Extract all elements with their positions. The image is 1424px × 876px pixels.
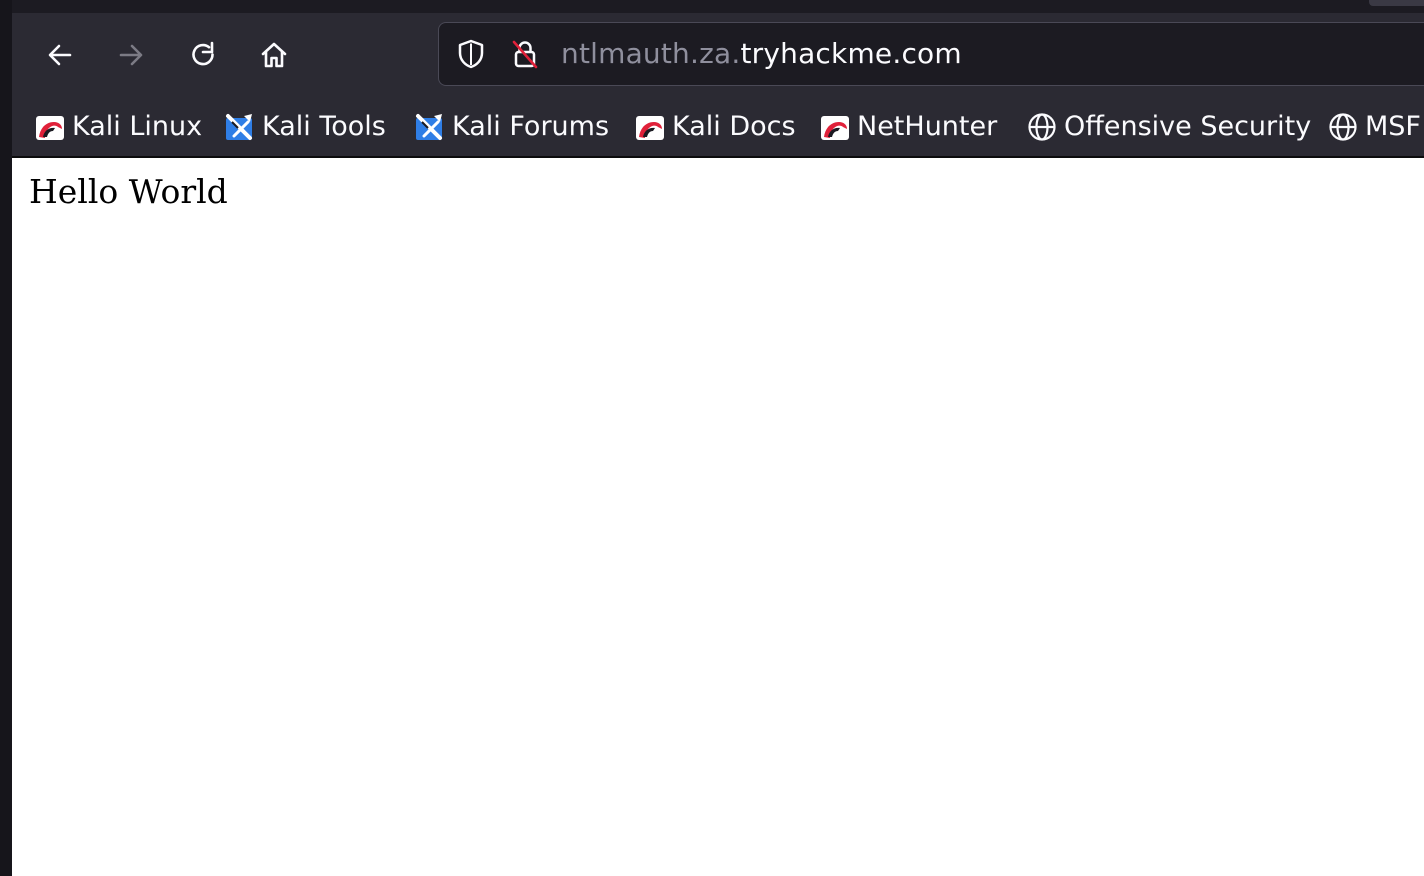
kali-forums-icon [416, 114, 442, 140]
bookmark-label: Kali Forums [452, 110, 610, 142]
window-edge [0, 0, 12, 876]
page-content: Hello World [12, 158, 1424, 876]
bookmark-label: Kali Linux [72, 110, 203, 142]
bookmark-kali-docs[interactable]: Kali Docs [634, 108, 796, 144]
forward-button[interactable] [109, 33, 153, 77]
browser-window: ntlmauth.za.tryhackme.com Kali Linux Kal… [12, 0, 1424, 876]
tab-strip-edge [12, 0, 1424, 13]
arrow-left-icon [48, 44, 72, 66]
bookmark-label: Kali Docs [672, 110, 796, 142]
arrow-right-icon [119, 44, 143, 66]
navigation-toolbar: ntlmauth.za.tryhackme.com [12, 13, 1424, 99]
reload-icon [192, 41, 214, 66]
home-button[interactable] [252, 33, 296, 77]
insecure-lock-icon[interactable] [509, 38, 541, 70]
bookmark-label: Offensive Security [1064, 110, 1312, 142]
bookmark-kali-linux[interactable]: Kali Linux [34, 108, 202, 144]
kali-dragon-icon [821, 116, 849, 140]
globe-icon [1329, 113, 1357, 141]
bookmark-label: Kali Tools [262, 110, 386, 142]
kali-tools-icon [226, 114, 252, 140]
globe-icon [1028, 113, 1056, 141]
bookmark-label: NetHunter [857, 110, 998, 142]
url-subdomain: ntlmauth.za. [561, 37, 741, 70]
kali-dragon-icon [36, 116, 64, 140]
shield-icon[interactable] [455, 38, 487, 70]
page-body-text: Hello World [29, 172, 228, 211]
kali-dragon-icon [636, 116, 664, 140]
bookmark-offensive-security[interactable]: Offensive Security [1026, 108, 1311, 144]
url-text[interactable]: ntlmauth.za.tryhackme.com [561, 36, 962, 72]
address-bar[interactable]: ntlmauth.za.tryhackme.com [438, 22, 1424, 86]
home-icon [261, 42, 287, 68]
bookmark-msf[interactable]: MSF [1327, 108, 1421, 144]
bookmark-nethunter[interactable]: NetHunter [819, 108, 997, 144]
reload-button[interactable] [181, 33, 225, 77]
url-domain: tryhackme.com [740, 37, 962, 70]
bookmark-kali-forums[interactable]: Kali Forums [414, 108, 609, 144]
back-button[interactable] [38, 33, 82, 77]
bookmarks-toolbar: Kali Linux Kali Tools Kali Forums Kali D… [12, 99, 1424, 158]
bookmark-label: MSF [1365, 110, 1421, 142]
tab-corner[interactable] [1369, 0, 1424, 6]
bookmark-kali-tools[interactable]: Kali Tools [224, 108, 386, 144]
